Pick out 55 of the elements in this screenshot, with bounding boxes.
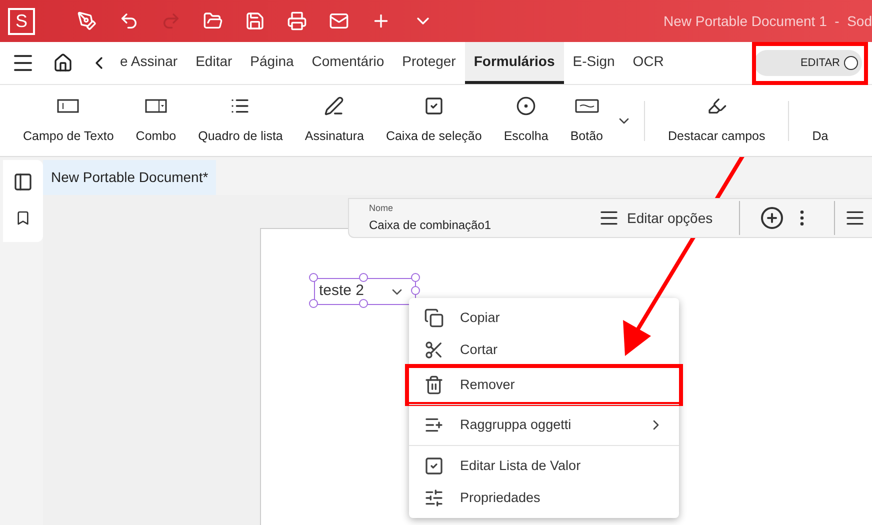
panel-icon[interactable] <box>13 172 33 192</box>
signature-icon <box>324 96 344 116</box>
edit-toggle[interactable]: EDITAR <box>754 50 862 76</box>
sliders-icon <box>424 488 444 508</box>
checkbox-icon <box>424 96 444 116</box>
menu-item[interactable]: Raggruppa oggetti <box>409 409 679 441</box>
ribbon-tab[interactable]: Editar <box>186 42 242 84</box>
text-field-icon <box>57 99 80 114</box>
ribbon-button[interactable]: Assinatura <box>294 95 375 146</box>
field-name-label: Nome <box>369 202 394 216</box>
ribbon-tab[interactable]: e Assinar <box>111 42 187 84</box>
selection-handle[interactable] <box>309 299 318 308</box>
ribbon-button[interactable]: Campo de Texto <box>12 95 125 146</box>
add-icon[interactable] <box>760 206 784 230</box>
open-folder-icon[interactable] <box>203 11 223 31</box>
combo-box-icon <box>144 99 167 114</box>
menu-item[interactable]: Copiar <box>409 302 679 334</box>
selection-handle[interactable] <box>359 299 368 308</box>
document-tab[interactable]: New Portable Document* <box>43 160 216 195</box>
ribbon-tab[interactable]: Página <box>241 42 303 84</box>
button-icon <box>574 99 599 114</box>
home-icon[interactable] <box>53 53 73 73</box>
menu-item[interactable]: Propriedades <box>409 482 679 514</box>
ribbon-button[interactable]: Combo <box>124 95 188 146</box>
copy-icon <box>424 308 444 328</box>
menu-item[interactable]: Cortar <box>409 334 679 366</box>
printer-icon[interactable] <box>287 11 307 31</box>
ribbon-button[interactable]: Caixa de seleção <box>374 95 493 146</box>
trash-icon <box>424 375 444 395</box>
radio-icon <box>516 96 536 116</box>
pen-icon[interactable] <box>77 11 97 31</box>
ribbon-button[interactable]: Quadro de lista <box>187 95 294 146</box>
ribbon-tab[interactable]: Formulários <box>464 42 564 84</box>
ribbon-button[interactable]: Escolha <box>492 95 560 146</box>
selection-handle[interactable] <box>359 273 368 282</box>
selection-handle[interactable] <box>309 273 318 282</box>
ribbon-tab[interactable]: OCR <box>624 42 673 84</box>
window-title: New Portable Document 1 - Sod <box>663 12 872 30</box>
checkbox-icon <box>424 456 444 476</box>
ribbon-tab[interactable]: E-Sign <box>564 42 624 84</box>
app-logo: S <box>8 8 35 34</box>
ribbon-button[interactable]: Da <box>801 95 840 146</box>
ribbon-tab[interactable]: Proteger <box>393 42 465 84</box>
ribbon-tab[interactable]: Comentário <box>302 42 394 84</box>
undo-icon[interactable] <box>119 11 139 31</box>
ribbon-button[interactable]: Destacar campos <box>657 95 776 146</box>
save-icon[interactable] <box>245 11 265 31</box>
menu-item[interactable]: Remover <box>405 364 683 406</box>
bookmark-icon[interactable] <box>15 210 31 226</box>
ribbon-button[interactable]: Botão <box>559 95 614 146</box>
menu-item[interactable]: Editar Lista de Valor <box>409 450 679 482</box>
mail-icon[interactable] <box>329 11 349 31</box>
field-name-value: Caixa de combinação1 <box>369 216 492 234</box>
highlighter-icon <box>706 96 727 116</box>
scissors-icon <box>424 340 444 360</box>
